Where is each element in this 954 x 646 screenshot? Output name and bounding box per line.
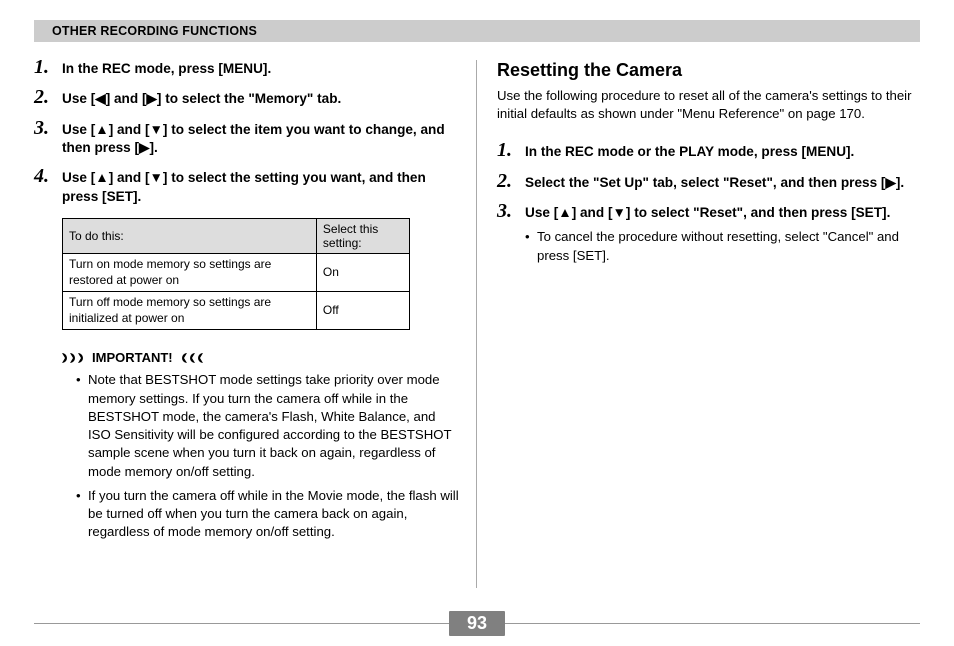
page-footer: 93 bbox=[34, 611, 920, 636]
note-item: To cancel the procedure without resettin… bbox=[525, 228, 920, 264]
table-header-cell: To do this: bbox=[63, 219, 317, 254]
section-header: OTHER RECORDING FUNCTIONS bbox=[34, 20, 920, 42]
left-column: In the REC mode, press [MENU]. Use [◀] a… bbox=[34, 60, 477, 588]
section-heading: Resetting the Camera bbox=[497, 60, 920, 81]
section-intro: Use the following procedure to reset all… bbox=[497, 87, 920, 123]
two-column-layout: In the REC mode, press [MENU]. Use [◀] a… bbox=[34, 60, 920, 588]
backward-arrows-icon bbox=[179, 353, 203, 363]
important-marker: IMPORTANT! bbox=[62, 350, 460, 365]
left-steps-list: In the REC mode, press [MENU]. Use [◀] a… bbox=[34, 60, 460, 206]
step-item: Use [▲] and [▼] to select the item you w… bbox=[34, 121, 460, 158]
step-item: Use [▲] and [▼] to select the setting yo… bbox=[34, 169, 460, 206]
table-row: Turn off mode memory so settings are ini… bbox=[63, 292, 410, 330]
right-steps-list: In the REC mode or the PLAY mode, press … bbox=[497, 143, 920, 264]
important-notes-list: Note that BESTSHOT mode settings take pr… bbox=[76, 371, 460, 541]
step-item: In the REC mode or the PLAY mode, press … bbox=[497, 143, 920, 161]
step-item: Use [◀] and [▶] to select the "Memory" t… bbox=[34, 90, 460, 108]
step-item: Select the "Set Up" tab, select "Reset",… bbox=[497, 174, 920, 192]
note-item: If you turn the camera off while in the … bbox=[76, 487, 460, 542]
table-cell: Off bbox=[316, 292, 409, 330]
sub-notes-list: To cancel the procedure without resettin… bbox=[525, 228, 920, 264]
settings-table: To do this: Select this setting: Turn on… bbox=[62, 218, 410, 330]
step-item: In the REC mode, press [MENU]. bbox=[34, 60, 460, 78]
forward-arrows-icon bbox=[62, 353, 86, 363]
table-cell: Turn off mode memory so settings are ini… bbox=[63, 292, 317, 330]
manual-page: OTHER RECORDING FUNCTIONS In the REC mod… bbox=[0, 0, 954, 646]
table-header-row: To do this: Select this setting: bbox=[63, 219, 410, 254]
step-item: Use [▲] and [▼] to select "Reset", and t… bbox=[497, 204, 920, 265]
note-item: Note that BESTSHOT mode settings take pr… bbox=[76, 371, 460, 480]
right-column: Resetting the Camera Use the following p… bbox=[477, 60, 920, 588]
table-cell: On bbox=[316, 254, 409, 292]
table-header-cell: Select this setting: bbox=[316, 219, 409, 254]
step-text: Use [▲] and [▼] to select "Reset", and t… bbox=[525, 205, 890, 220]
table-row: Turn on mode memory so settings are rest… bbox=[63, 254, 410, 292]
important-label: IMPORTANT! bbox=[92, 350, 173, 365]
footer-rule bbox=[505, 623, 920, 624]
footer-rule bbox=[34, 623, 449, 624]
page-number-badge: 93 bbox=[449, 611, 505, 636]
table-cell: Turn on mode memory so settings are rest… bbox=[63, 254, 317, 292]
